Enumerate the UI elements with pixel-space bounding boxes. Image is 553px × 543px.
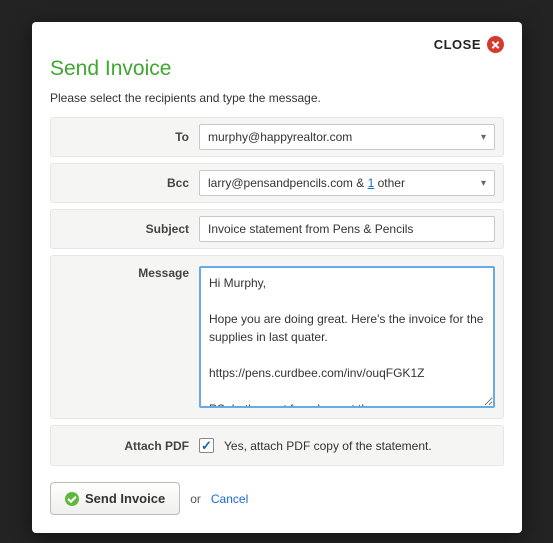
- to-row: To murphy@happyrealtor.com ▾: [50, 117, 504, 157]
- bcc-select[interactable]: larry@pensandpencils.com & 1 other ▾: [199, 170, 495, 196]
- modal-title: Send Invoice: [50, 57, 504, 81]
- message-textarea[interactable]: [199, 266, 495, 408]
- modal-subtitle: Please select the recipients and type th…: [50, 91, 504, 105]
- subject-input[interactable]: [199, 216, 495, 242]
- subject-row: Subject: [50, 209, 504, 249]
- close-button[interactable]: CLOSE: [50, 36, 504, 53]
- send-invoice-button[interactable]: Send Invoice: [50, 482, 180, 515]
- bcc-label: Bcc: [59, 176, 189, 190]
- send-label: Send Invoice: [85, 491, 165, 506]
- or-text: or: [190, 492, 201, 506]
- check-icon: [65, 492, 79, 506]
- action-row: Send Invoice or Cancel: [50, 482, 504, 515]
- close-label: CLOSE: [434, 37, 481, 52]
- cancel-link[interactable]: Cancel: [211, 492, 248, 506]
- message-label: Message: [59, 266, 189, 280]
- attach-text: Yes, attach PDF copy of the statement.: [224, 439, 432, 453]
- subject-label: Subject: [59, 222, 189, 236]
- to-value: murphy@happyrealtor.com: [208, 130, 352, 144]
- send-invoice-modal: CLOSE Send Invoice Please select the rec…: [32, 22, 522, 533]
- attach-row: Attach PDF ✓ Yes, attach PDF copy of the…: [50, 425, 504, 466]
- attach-label: Attach PDF: [59, 439, 189, 453]
- to-select[interactable]: murphy@happyrealtor.com ▾: [199, 124, 495, 150]
- chevron-down-icon: ▾: [481, 178, 486, 189]
- chevron-down-icon: ▾: [481, 132, 486, 143]
- close-icon: [487, 36, 504, 53]
- to-label: To: [59, 130, 189, 144]
- bcc-value: larry@pensandpencils.com & 1 other: [208, 176, 405, 190]
- attach-checkbox[interactable]: ✓: [199, 438, 214, 453]
- bcc-row: Bcc larry@pensandpencils.com & 1 other ▾: [50, 163, 504, 203]
- message-row: Message: [50, 255, 504, 419]
